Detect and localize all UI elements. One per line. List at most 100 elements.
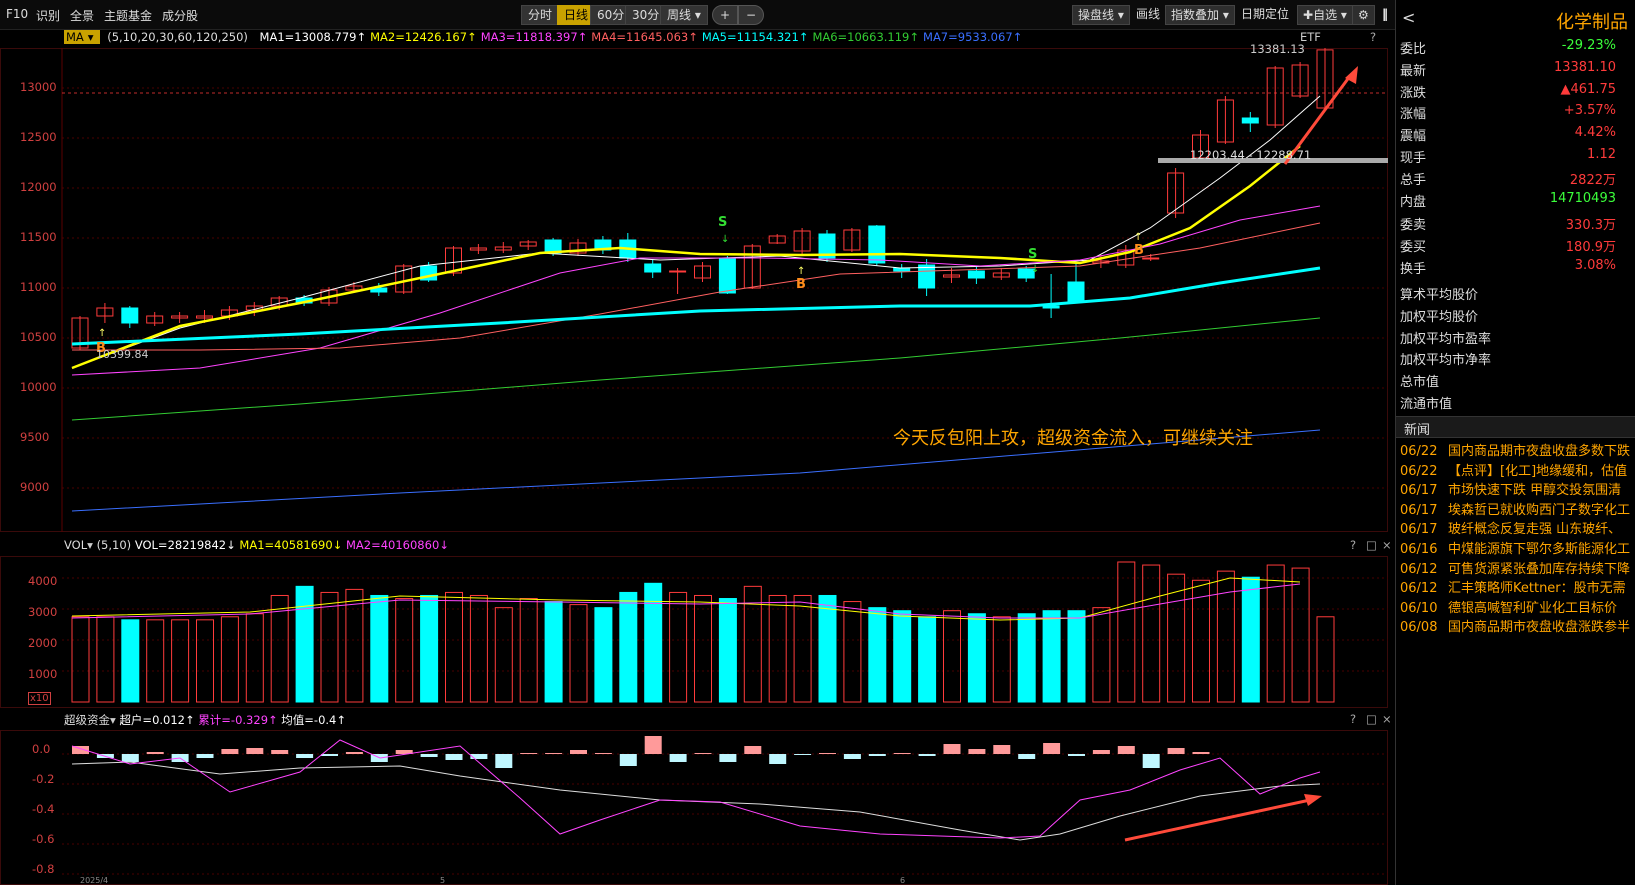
- fund-selector[interactable]: 超级资金▾: [64, 713, 116, 727]
- right-panel: < 化学制品 委比 -29.23% 最新 13381.10 涨跌 ▲461.75 涨幅 +3.…: [1395, 0, 1635, 885]
- volume-chart[interactable]: [0, 556, 1388, 708]
- up-arrow-icon: ↑: [797, 266, 805, 277]
- candlestick-chart[interactable]: S↓B↑S↓B↑B↑: [0, 48, 1388, 532]
- constituent-tab[interactable]: 成分股: [162, 7, 198, 24]
- volume-bar: [494, 607, 513, 703]
- fund-maximize-icon[interactable]: □: [1366, 712, 1377, 726]
- ma-value-3: MA3=11818.397↑: [480, 30, 588, 44]
- fund-cumulative-line: [71, 739, 1321, 839]
- chevron-down-icon: ▾: [110, 713, 116, 727]
- panel-header: < 化学制品: [1396, 0, 1635, 38]
- date-locate-button[interactable]: 日期定位: [1236, 5, 1294, 25]
- x-label: 2025/4: [80, 876, 109, 885]
- fund-bar: [520, 753, 538, 754]
- news-item[interactable]: 06/12 汇丰策略师Kettner：股市无需: [1400, 577, 1635, 596]
- down-arrow-icon: ↓: [721, 234, 729, 245]
- news-item[interactable]: 06/12 可售货源紧张叠加库存持续下降: [1400, 558, 1635, 577]
- metric-item[interactable]: 加权平均市净率: [1400, 349, 1491, 368]
- volume-bar: [395, 598, 414, 703]
- vol-selector[interactable]: VOL▾: [64, 538, 93, 552]
- news-item[interactable]: 06/08 国内商品期市夜盘收盘涨跌参半: [1400, 616, 1635, 635]
- quote-value: ▲461.75: [1560, 81, 1617, 97]
- news-item[interactable]: 06/17 埃森哲已就收购西门子数字化工: [1400, 499, 1635, 518]
- quote-value: 1.12: [1587, 147, 1616, 162]
- chevron-down-icon: ▾: [87, 30, 94, 44]
- panorama-tab[interactable]: 全景: [70, 7, 94, 24]
- ma-value-2: MA2=12426.167↑: [370, 30, 477, 44]
- news-headline: 玻纤概念反复走强 山东玻纤、: [1448, 522, 1622, 538]
- fund-bar: [619, 754, 637, 766]
- help-icon[interactable]: ?: [1370, 30, 1376, 44]
- metric-item[interactable]: 总市值: [1400, 371, 1439, 390]
- quote-value: 4.42%: [1574, 125, 1616, 141]
- news-item[interactable]: 06/10 德银高喊智利矿业化工目标价: [1400, 597, 1635, 616]
- fund-bar: [669, 754, 687, 762]
- quote-row: 最新 13381.10: [1396, 60, 1635, 82]
- volume-bar: [1291, 567, 1310, 703]
- fund-bar: [1167, 748, 1185, 754]
- quote-row: 换手 3.08%: [1396, 258, 1635, 280]
- fund-close-icon[interactable]: ×: [1382, 712, 1392, 726]
- period-intraday[interactable]: 分时: [521, 5, 560, 25]
- sector-title: 化学制品: [1556, 12, 1628, 33]
- metric-item[interactable]: 算术平均股价: [1400, 284, 1478, 303]
- volume-bar: [245, 613, 264, 703]
- buy-signal: B: [796, 277, 806, 292]
- chevron-down-icon: ▾: [1219, 8, 1229, 22]
- volume-bar: [569, 604, 588, 703]
- news-date: 06/22: [1400, 463, 1438, 479]
- settings-button[interactable]: ⚙: [1352, 5, 1375, 25]
- metric-item[interactable]: 加权平均市盈率: [1400, 328, 1491, 347]
- volume-bar: [1192, 579, 1210, 703]
- super-fund-chart[interactable]: [0, 730, 1388, 885]
- volume-bar: [918, 616, 937, 703]
- vol-help-icon[interactable]: ?: [1350, 538, 1356, 552]
- watchlist-button[interactable]: ✚自选 ▾: [1297, 5, 1353, 25]
- volume-bar: [943, 610, 961, 703]
- metric-item[interactable]: 流通市值: [1400, 393, 1452, 412]
- f10-tab[interactable]: F10: [6, 7, 28, 21]
- volume-bar: [694, 594, 712, 703]
- x-label: 6: [900, 876, 906, 885]
- gear-icon: ⚙: [1358, 8, 1369, 22]
- theme-fund-tab[interactable]: 主题基金: [104, 7, 152, 24]
- vol-params: (5,10): [96, 538, 132, 552]
- chevron-down-icon: ▾: [691, 8, 701, 22]
- quote-key: 换手: [1400, 261, 1427, 277]
- vol-maximize-icon[interactable]: □: [1366, 538, 1377, 552]
- metric-item[interactable]: 加权平均股价: [1400, 306, 1478, 325]
- fund-help-icon[interactable]: ?: [1350, 712, 1356, 726]
- zoom-out-button[interactable]: −: [738, 5, 765, 25]
- candle-body: [1142, 257, 1160, 260]
- fund-bar: [121, 754, 139, 762]
- collapse-panel-icon[interactable]: ‖: [1377, 5, 1393, 25]
- news-item[interactable]: 06/17 玻纤概念反复走强 山东玻纤、: [1400, 518, 1635, 537]
- index-overlay-button[interactable]: 指数叠加 ▾: [1165, 5, 1235, 25]
- news-item[interactable]: 06/16 中煤能源旗下鄂尔多斯能源化工: [1400, 538, 1635, 557]
- draw-line-button[interactable]: 画线: [1131, 5, 1165, 25]
- volume-bar: [196, 619, 214, 703]
- fund-bar: [644, 736, 662, 754]
- news-item[interactable]: 06/17 市场快速下跌 甲醇交投氛围清: [1400, 479, 1635, 498]
- vol-close-icon[interactable]: ×: [1382, 538, 1392, 552]
- fund-bar: [943, 744, 961, 754]
- volume-bar: [893, 610, 912, 703]
- fund-bar: [296, 754, 314, 758]
- volume-bar: [1117, 561, 1136, 703]
- news-item[interactable]: 06/22 国内商品期市夜盘收盘多数下跌: [1400, 440, 1635, 459]
- quote-key: 委比: [1400, 42, 1427, 57]
- back-icon[interactable]: <: [1402, 8, 1415, 27]
- recognize-tab[interactable]: 识别: [36, 7, 60, 24]
- trade-line-button[interactable]: 操盘线 ▾: [1072, 5, 1130, 25]
- fund-bar: [570, 750, 587, 754]
- zoom-in-button[interactable]: +: [712, 5, 739, 25]
- ma-selector[interactable]: MA ▾: [64, 30, 100, 44]
- fund-bar: [271, 750, 289, 754]
- quote-row: 总手 2822万: [1396, 169, 1635, 191]
- period-dropdown[interactable]: 周线 ▾: [660, 5, 708, 25]
- news-item[interactable]: 06/22 【点评】[化工]地缘缓和，估值: [1400, 460, 1635, 479]
- news-header[interactable]: 新闻: [1396, 416, 1635, 438]
- ma-value-6: MA6=10663.119↑: [812, 30, 920, 44]
- quote-key: 委买: [1400, 239, 1427, 255]
- quote-row: 涨跌 ▲461.75: [1396, 82, 1635, 104]
